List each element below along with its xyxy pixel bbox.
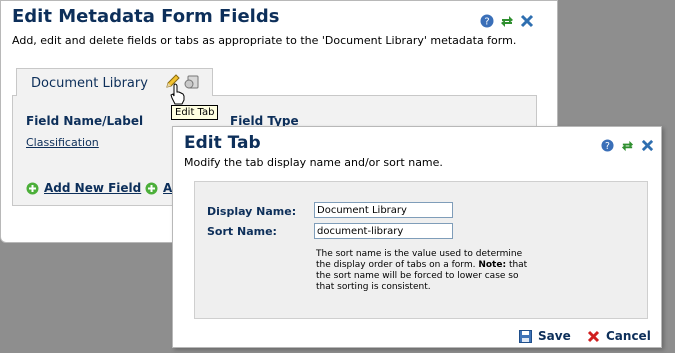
edit-tab-tooltip: Edit Tab: [171, 105, 219, 120]
help-icon[interactable]: ?: [599, 137, 615, 153]
display-name-label: Display Name:: [207, 205, 297, 218]
column-header-name: Field Name/Label: [26, 114, 144, 128]
refresh-icon[interactable]: [619, 137, 635, 153]
edit-tab-dialog: Edit Tab ? Modify the tab display name a…: [172, 126, 662, 348]
save-label: Save: [538, 329, 571, 343]
hand-cursor-icon: [170, 83, 185, 105]
sort-name-help: The sort name is the value used to deter…: [316, 249, 536, 293]
add-new-field-button[interactable]: Add New Field: [26, 181, 141, 195]
add-icon: [26, 182, 39, 194]
close-icon[interactable]: [519, 13, 535, 29]
cancel-icon: [587, 330, 600, 342]
tab-label: Document Library: [31, 76, 148, 91]
svg-text:?: ?: [605, 140, 610, 151]
refresh-icon[interactable]: [499, 13, 515, 29]
dialog-subtitle: Add, edit and delete fields or tabs as a…: [12, 34, 517, 47]
save-icon: [519, 329, 532, 343]
cancel-label: Cancel: [606, 329, 651, 343]
add-icon: [145, 182, 158, 194]
dialog-controls: ?: [479, 13, 535, 29]
help-note: Note:: [478, 260, 507, 270]
help-icon[interactable]: ?: [479, 13, 495, 29]
edit-dialog-subtitle: Modify the tab display name and/or sort …: [184, 156, 443, 169]
edit-dialog-title: Edit Tab: [184, 133, 261, 153]
svg-text:?: ?: [484, 17, 489, 28]
save-button[interactable]: Save: [519, 329, 571, 343]
add-new-field-label: Add New Field: [44, 181, 142, 195]
edit-dialog-controls: ?: [599, 137, 655, 153]
field-link-classification[interactable]: Classification: [26, 136, 99, 149]
close-icon[interactable]: [639, 137, 655, 153]
dialog-title: Edit Metadata Form Fields: [12, 6, 280, 27]
sort-name-input[interactable]: [314, 223, 453, 239]
display-name-input[interactable]: [314, 202, 453, 218]
edit-form: Display Name: Sort Name: The sort name i…: [194, 181, 648, 319]
sort-name-label: Sort Name:: [207, 225, 277, 238]
cancel-button[interactable]: Cancel: [587, 329, 651, 343]
